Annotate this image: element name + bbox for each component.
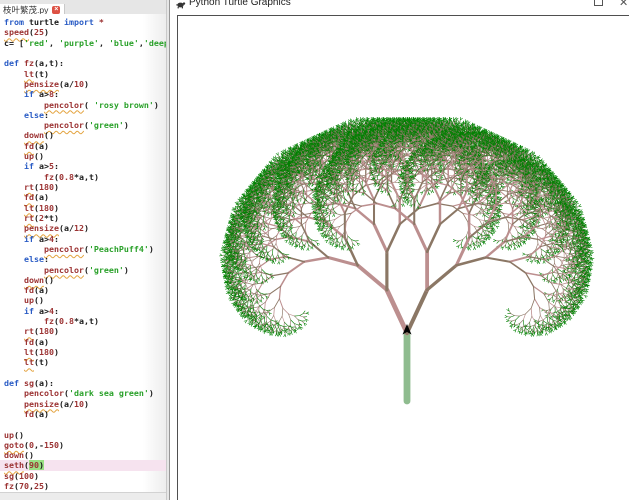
code-line[interactable]: rt(2*t) xyxy=(4,213,166,223)
editor-horizontal-scrollbar[interactable] xyxy=(0,492,166,500)
code-line[interactable]: pencolor( 'rosy brown') xyxy=(4,100,166,110)
turtle-canvas-frame xyxy=(177,15,629,500)
code-line[interactable]: fd(a) xyxy=(4,409,166,419)
turtle-graphics-window: Python Turtle Graphics ✕ xyxy=(169,0,629,500)
code-line[interactable] xyxy=(4,48,166,58)
code-line[interactable]: c= ['red', 'purple', 'blue','deep xyxy=(4,38,166,48)
code-line[interactable]: fd(a) xyxy=(4,192,166,202)
code-line[interactable]: down() xyxy=(4,450,166,460)
turtle-window-titlebar[interactable]: Python Turtle Graphics ✕ xyxy=(170,0,629,15)
code-line[interactable] xyxy=(4,368,166,378)
screen: 枝叶繁茂.py × from turtle import *speed(25)c… xyxy=(0,0,629,500)
code-line[interactable]: lt(t) xyxy=(4,69,166,79)
turtle-window-title: Python Turtle Graphics xyxy=(189,0,291,8)
code-line[interactable]: lt(180) xyxy=(4,347,166,357)
maximize-button[interactable] xyxy=(594,0,603,6)
code-line[interactable]: down() xyxy=(4,275,166,285)
code-line[interactable]: fz(0.8*a,t) xyxy=(4,316,166,326)
code-line[interactable]: pensize(a/10) xyxy=(4,79,166,89)
fractal-tree-canvas xyxy=(178,16,629,500)
code-line[interactable]: goto(0,-150) xyxy=(4,440,166,450)
code-line[interactable]: rt(180) xyxy=(4,326,166,336)
code-line[interactable]: rt(180) xyxy=(4,182,166,192)
code-line[interactable]: fd(a) xyxy=(4,285,166,295)
code-line[interactable]: up() xyxy=(4,295,166,305)
code-line[interactable]: pencolor('green') xyxy=(4,120,166,130)
code-area[interactable]: from turtle import *speed(25)c= ['red', … xyxy=(0,14,166,493)
code-line[interactable]: down() xyxy=(4,130,166,140)
code-line[interactable]: pencolor('green') xyxy=(4,265,166,275)
code-line[interactable]: pencolor('dark sea green') xyxy=(4,388,166,398)
code-line[interactable]: up() xyxy=(4,430,166,440)
code-line[interactable]: sg(100) xyxy=(4,471,166,481)
code-line[interactable]: fd(a) xyxy=(4,337,166,347)
code-line[interactable]: if a>4: xyxy=(4,234,166,244)
code-line[interactable]: else: xyxy=(4,110,166,120)
code-line[interactable]: fd(a) xyxy=(4,141,166,151)
turtle-icon xyxy=(175,0,187,10)
tab-close-icon[interactable]: × xyxy=(52,6,60,14)
code-line[interactable]: from turtle import * xyxy=(4,17,166,27)
code-line[interactable]: if a>8: xyxy=(4,89,166,99)
code-line[interactable]: lt(180) xyxy=(4,203,166,213)
code-line[interactable] xyxy=(4,419,166,429)
code-line[interactable]: seth(90) xyxy=(0,460,166,470)
code-line[interactable]: if a>5: xyxy=(4,161,166,171)
close-button[interactable]: ✕ xyxy=(619,0,628,9)
code-line[interactable]: fz(70,25) xyxy=(4,481,166,491)
code-line[interactable]: pensize(a/10) xyxy=(4,399,166,409)
code-line[interactable]: def fz(a,t): xyxy=(4,58,166,68)
code-line[interactable]: pencolor('PeachPuff4') xyxy=(4,244,166,254)
code-line[interactable]: up() xyxy=(4,151,166,161)
code-line[interactable]: lt(t) xyxy=(4,357,166,367)
code-editor-panel: 枝叶繁茂.py × from turtle import *speed(25)c… xyxy=(0,0,167,500)
editor-tab-bar: 枝叶繁茂.py × xyxy=(0,0,166,15)
code-line[interactable]: fz(0.8*a,t) xyxy=(4,172,166,182)
code-line[interactable]: else: xyxy=(4,254,166,264)
code-line[interactable]: pensize(a/12) xyxy=(4,223,166,233)
code-line[interactable]: def sg(a): xyxy=(4,378,166,388)
code-line[interactable]: if a>4: xyxy=(4,306,166,316)
code-line[interactable]: speed(25) xyxy=(4,27,166,37)
